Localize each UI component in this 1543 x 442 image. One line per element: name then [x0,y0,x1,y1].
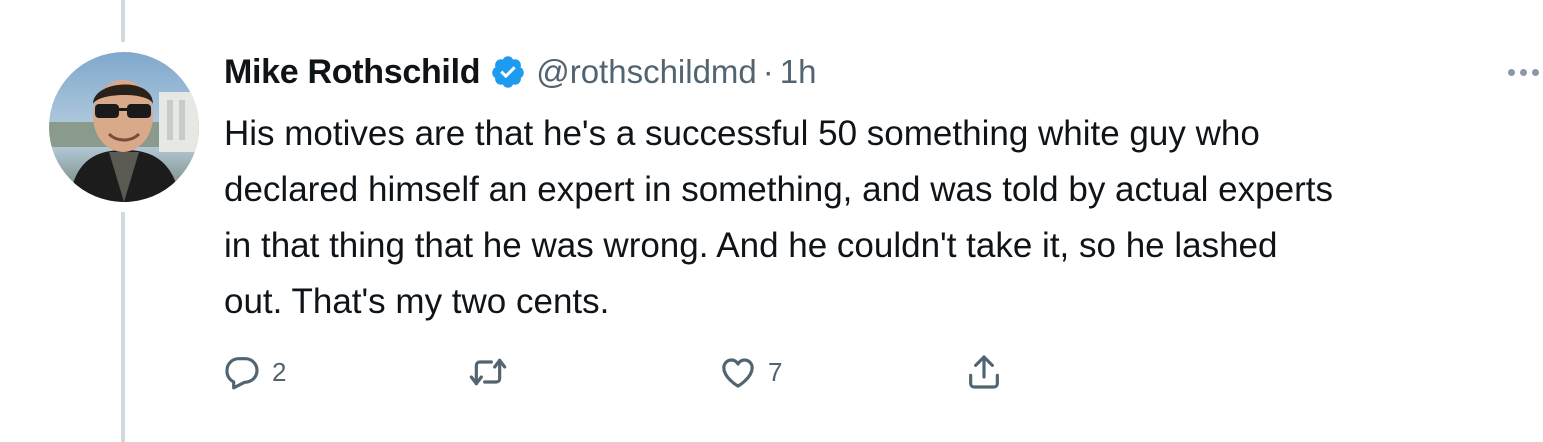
share-icon [969,355,999,389]
avatar[interactable] [49,52,199,202]
reply-button[interactable]: 2 [222,350,286,394]
thread-line-top [121,0,125,42]
more-dot [1520,68,1527,76]
more-dot [1532,68,1539,76]
thread-line-bottom [121,212,125,442]
retweet-icon [469,358,507,386]
reply-count: 2 [272,356,287,387]
tweet-header: Mike Rothschild @rothschildmd · 1h [224,50,817,94]
more-dot [1508,68,1515,76]
share-button[interactable] [964,350,1004,394]
verified-badge-icon [490,54,526,90]
author-name[interactable]: Mike Rothschild [224,53,481,92]
like-count: 7 [768,356,783,387]
like-icon [722,358,754,388]
tweet-timestamp[interactable]: 1h [780,53,817,91]
tweet-actions: 2 7 [222,350,1022,394]
more-options-icon[interactable] [1508,62,1543,82]
tweet-text: His motives are that he's a successful 5… [224,114,1333,321]
retweet-button[interactable] [468,350,508,394]
author-handle[interactable]: @rothschildmd [536,53,757,91]
like-button[interactable]: 7 [718,350,782,394]
separator-dot: · [762,53,774,90]
reply-icon [225,357,259,390]
